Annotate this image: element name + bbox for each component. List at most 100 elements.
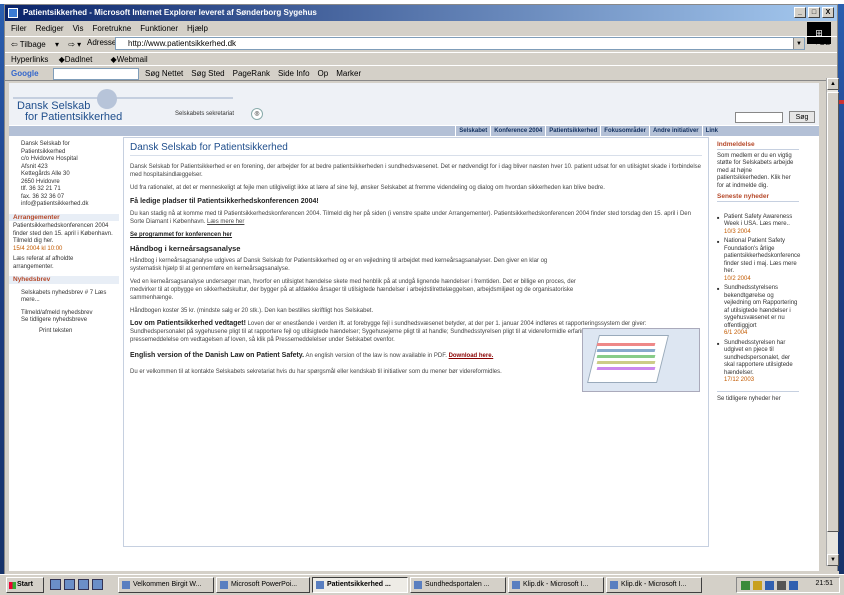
- nav-konference[interactable]: Konference 2004: [490, 126, 545, 136]
- go-label: Gå: [819, 38, 830, 47]
- google-toolbar: Google Søg Nettet Søg Sted PageRank Side…: [5, 65, 837, 81]
- google-search-input[interactable]: [53, 68, 139, 80]
- close-button[interactable]: X: [822, 7, 834, 18]
- email-link[interactable]: info@patientsikkerhed.dk: [21, 201, 115, 209]
- google-up[interactable]: Op: [318, 66, 329, 82]
- read-more-link[interactable]: Læs mere her: [207, 219, 244, 225]
- scroll-up-icon[interactable]: ▲: [827, 78, 839, 90]
- links-label: Hyperlinks: [11, 55, 49, 64]
- program-link[interactable]: Se programmet for konferencen her: [130, 231, 702, 239]
- news-text: Sundhedsstyrelsen har udgivet en pjece t…: [724, 339, 793, 376]
- back-button[interactable]: ⇦ Tilbage ▾: [11, 40, 59, 49]
- scroll-thumb[interactable]: [827, 92, 839, 532]
- right-sidebar: Indmeldelse Som medlem er du en vigtig s…: [713, 137, 803, 571]
- site-search-input[interactable]: [735, 112, 783, 123]
- menu-view[interactable]: Vis: [73, 22, 84, 35]
- menu-tools[interactable]: Funktioner: [140, 22, 178, 35]
- vertical-scrollbar[interactable]: ▲ ▼: [826, 78, 839, 566]
- clock: 21:51: [815, 580, 833, 587]
- arrangement-text[interactable]: Patientsikkerhedskonferencen 2004 finder…: [13, 223, 115, 246]
- nav-fokusomraader[interactable]: Fokusområder: [600, 126, 649, 136]
- nav-selskabet[interactable]: Selskabet: [455, 126, 490, 136]
- link-webmail[interactable]: ◆Webmail: [111, 55, 156, 64]
- english-text: An english version of the law is now ava…: [305, 353, 447, 359]
- print-link[interactable]: Print teksten: [13, 328, 115, 336]
- quick-launch-icon[interactable]: [78, 579, 89, 590]
- maximize-button[interactable]: □: [808, 7, 820, 18]
- address-field[interactable]: http://www.patientsikkerhed.dk ▼: [115, 37, 805, 50]
- tray-icon[interactable]: [789, 581, 798, 590]
- site-logo[interactable]: Dansk Selskab for Patientsikkerhed: [17, 101, 122, 123]
- go-button[interactable]: →Gå: [811, 38, 830, 47]
- tray-icon[interactable]: [777, 581, 786, 590]
- conference-heading: Få ledige pladser til Patientsikkerhedsk…: [130, 198, 319, 205]
- web-page: Dansk Selskab for Patientsikkerhed Selsk…: [9, 83, 819, 571]
- membership-heading: Indmeldelse: [717, 141, 799, 150]
- site-search-button[interactable]: Søg: [789, 111, 815, 123]
- url-text: http://www.patientsikkerhed.dk: [128, 39, 237, 48]
- arrangements-heading: Arrangementer: [9, 213, 119, 221]
- minimize-button[interactable]: _: [794, 7, 806, 18]
- nav-link[interactable]: Link: [701, 126, 721, 136]
- news-date: 17/12 2003: [724, 377, 755, 383]
- secretariat-link[interactable]: Selskabets sekretariat: [175, 111, 234, 117]
- links-bar: Hyperlinks ◆Dadlnet ◆Webmail: [5, 52, 837, 65]
- nav-patientsikkerhed[interactable]: Patientsikkerhed: [545, 126, 600, 136]
- news-item[interactable]: National Patient Safety Foundation's årl…: [717, 238, 800, 283]
- google-pagerank: PageRank: [232, 69, 270, 78]
- task-klip-1[interactable]: Klip.dk - Microsoft I...: [508, 577, 604, 593]
- contact-address: Dansk Selskab for Patientsikkerhed c/o H…: [13, 141, 115, 209]
- quick-launch-icon[interactable]: [50, 579, 61, 590]
- older-news-link[interactable]: Se tidligere nyheder her: [717, 390, 799, 404]
- address-label: Adresse: [87, 38, 117, 47]
- intro-paragraph-2: Ud fra rationalet, at det er menneskelig…: [130, 185, 605, 191]
- menu-edit[interactable]: Rediger: [36, 22, 64, 35]
- handbook-heading: Håndbog i kerneårsagsanalyse: [130, 244, 241, 253]
- quick-launch-icon[interactable]: [92, 579, 103, 590]
- intro-paragraph: Dansk Selskab for Patientsikkerhed er en…: [130, 164, 701, 178]
- news-item[interactable]: Patient Safety Awareness Week i USA. Læs…: [717, 214, 799, 237]
- task-powerpoint[interactable]: Microsoft PowerPoi...: [216, 577, 310, 593]
- address-line: Patientsikkerhed: [21, 148, 66, 155]
- nav-andre-initiativer[interactable]: Andre initiativer: [648, 126, 702, 136]
- secretariat-icon[interactable]: ◎: [251, 108, 263, 120]
- tray-icon[interactable]: [741, 581, 750, 590]
- scroll-down-icon[interactable]: ▼: [827, 554, 839, 566]
- membership-text[interactable]: Som medlem er du en vigtig støtte for Se…: [717, 153, 799, 191]
- task-patientsikkerhed[interactable]: Patientsikkerhed ...: [312, 577, 408, 593]
- task-velkommen[interactable]: Velkommen Birgit W...: [118, 577, 214, 593]
- forward-button[interactable]: ⇨ ▾: [68, 40, 81, 49]
- handbook-price: Håndbogen koster 35 kr. (mindste salg er…: [130, 308, 374, 314]
- menu-file[interactable]: Filer: [11, 22, 27, 35]
- start-button[interactable]: Start: [6, 577, 44, 593]
- handbook-paragraph-2: Ved en kerneårsagsanalyse undersøger man…: [130, 279, 576, 301]
- ie-app-icon: [8, 8, 18, 18]
- menu-help[interactable]: Hjælp: [187, 22, 208, 35]
- quick-launch: [50, 579, 103, 590]
- taskbar: Start Velkommen Birgit W... Microsoft Po…: [0, 574, 844, 595]
- news-item[interactable]: Sundhedsstyrelsen har udgivet en pjece t…: [717, 340, 799, 385]
- address-line: Dansk Selskab for: [21, 141, 70, 147]
- google-page-info[interactable]: Side Info: [278, 66, 310, 82]
- link-webmail-label: Webmail: [116, 55, 148, 64]
- google-highlight[interactable]: Marker: [336, 66, 361, 82]
- newsletter-link[interactable]: Selskabets nyhedsbrev # 7 Læs mere...: [13, 290, 115, 305]
- google-search-web[interactable]: Søg Nettet: [145, 66, 183, 82]
- task-sundhedsportalen[interactable]: Sundhedsportalen ...: [410, 577, 506, 593]
- newsletter-archive-link[interactable]: Se tidligere nyhedsbreve: [13, 317, 115, 325]
- address-dropdown-icon[interactable]: ▼: [793, 38, 804, 49]
- site-header: Dansk Selskab for Patientsikkerhed Selsk…: [9, 83, 819, 125]
- address-line: tlf. 36 32 21 71: [21, 186, 61, 192]
- task-klip-2[interactable]: Klip.dk - Microsoft I...: [606, 577, 702, 593]
- quick-launch-icon[interactable]: [64, 579, 75, 590]
- google-search-site[interactable]: Søg Sted: [191, 66, 224, 82]
- link-dadlnet[interactable]: ◆Dadlnet: [59, 55, 101, 64]
- handbook-stripe: [596, 367, 656, 370]
- news-item[interactable]: Sundhedsstyrelsens bekendtgørelse og vej…: [717, 285, 799, 338]
- newsletter-subscribe-link[interactable]: Tilmeld/afmeld nyhedsbrev: [13, 310, 115, 318]
- download-link[interactable]: Download here.: [449, 353, 494, 359]
- arrangement-more-link[interactable]: Læs referat af afholdte arrangementer.: [13, 256, 115, 271]
- tray-icon[interactable]: [765, 581, 774, 590]
- menu-favorites[interactable]: Foretrukne: [93, 22, 132, 35]
- tray-icon[interactable]: [753, 581, 762, 590]
